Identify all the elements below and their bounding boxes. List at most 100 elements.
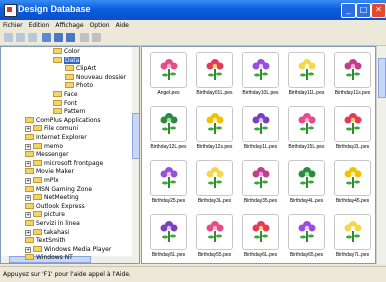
tree-node-label: mPlx — [44, 177, 59, 184]
folder-icon — [33, 142, 42, 149]
thumbnail-item[interactable]: Birthday4L.pes — [283, 158, 330, 206]
flower-icon — [206, 59, 224, 80]
menu-edition[interactable]: Edition — [26, 20, 53, 31]
thumbnail-item[interactable]: Birthday3L.pes — [191, 158, 238, 206]
folder-icon — [33, 228, 42, 235]
minimize-icon[interactable]: _ — [341, 3, 356, 18]
folder-icon — [25, 168, 34, 175]
tree-node-label: Nouveau dossier — [76, 73, 127, 81]
status-bar: Appuyez sur 'F1' pour l'aide appel à l'A… — [0, 266, 386, 282]
design-thumbnail — [242, 214, 279, 250]
folder-icon — [53, 108, 62, 115]
save-icon[interactable] — [80, 33, 89, 42]
thumbnail-item[interactable]: Angel.pes — [145, 50, 192, 98]
tree-node[interactable]: Windows NT — [25, 253, 73, 262]
folder-icon — [25, 116, 34, 123]
thumbnail-label: Birthday25.pes — [151, 198, 186, 204]
scroll-thumb[interactable] — [132, 113, 139, 159]
grid-vertical-scrollbar[interactable] — [376, 46, 386, 264]
thumbnail-label: Angel.pes — [157, 90, 180, 96]
thumbnail-item[interactable]: Birthday2L.pes — [329, 104, 375, 152]
thumbnail-item[interactable]: Birthday6L.pes — [237, 212, 284, 260]
design-thumbnail — [288, 52, 325, 88]
print-icon[interactable] — [92, 33, 101, 42]
thumbnail-label: Birthday5L.pes — [151, 252, 186, 258]
menu-affichage[interactable]: Affichage — [52, 20, 86, 31]
thumbnail-item[interactable]: Birthday1L.pes — [237, 104, 284, 152]
thumbnail-item[interactable]: Birthday7L.pes — [329, 212, 375, 260]
view-small-icon[interactable] — [54, 33, 63, 42]
thumbnail-label: Birthday10L.pes — [242, 90, 279, 96]
flower-icon — [344, 221, 362, 242]
view-large-icon[interactable] — [42, 33, 51, 42]
folder-icon — [33, 245, 42, 252]
design-thumbnail — [288, 160, 325, 196]
thumbnail-item[interactable]: Birthday45.pes — [329, 158, 375, 206]
flower-icon — [252, 113, 270, 134]
paste-icon[interactable] — [28, 33, 37, 42]
expand-icon[interactable]: + — [25, 195, 31, 202]
design-thumbnail — [150, 106, 187, 142]
flower-icon — [344, 59, 362, 80]
design-thumbnail — [334, 160, 371, 196]
tree-node-label: Windows NT — [36, 254, 73, 262]
thumbnail-item[interactable]: Birthday65.pes — [283, 212, 330, 260]
menu-option[interactable]: Option — [87, 20, 113, 31]
tree-node-label: Windows Media Player — [44, 245, 112, 253]
thumbnail-item[interactable]: Birthday11L.pes — [283, 50, 330, 98]
maximize-icon[interactable]: □ — [356, 3, 371, 18]
design-thumbnail — [196, 160, 233, 196]
folder-icon — [25, 202, 34, 209]
expand-icon[interactable]: + — [25, 229, 31, 236]
expand-icon[interactable]: + — [25, 212, 31, 219]
status-text: Appuyez sur 'F1' pour l'aide appel à l'A… — [3, 271, 131, 278]
folder-icon — [25, 134, 34, 140]
thumbnail-item[interactable]: Birthday01L.pes — [191, 50, 238, 98]
tree-node-label: ComPlus Applications — [36, 116, 101, 124]
tree-node-label: Servizi in linea — [36, 220, 80, 227]
thumbnail-label: Birthday4L.pes — [289, 198, 324, 204]
scroll-thumb[interactable] — [378, 58, 386, 98]
expand-icon[interactable]: + — [25, 143, 31, 150]
design-thumbnail — [242, 106, 279, 142]
thumbnail-item[interactable]: Birthday12s.pes — [191, 104, 238, 152]
expand-icon[interactable]: + — [25, 178, 31, 184]
copy-icon[interactable] — [16, 33, 25, 42]
view-list-icon[interactable] — [66, 33, 75, 42]
thumbnail-item[interactable]: Birthday10L.pes — [237, 50, 284, 98]
thumbnail-label: Birthday65.pes — [289, 252, 324, 258]
thumbnail-item[interactable]: Birthday12L.pes — [145, 104, 192, 152]
tree-node-label: Face — [64, 91, 78, 98]
title-bar: Design Database _ □ ✕ — [0, 0, 386, 20]
design-thumbnail — [150, 52, 187, 88]
expand-icon[interactable]: + — [25, 246, 31, 253]
thumbnail-label: Birthday2L.pes — [335, 144, 370, 150]
thumbnail-label: Birthday55.pes — [197, 252, 232, 258]
expand-icon[interactable]: + — [25, 126, 31, 133]
menu-aide[interactable]: Aide — [113, 20, 132, 31]
thumbnail-label: Birthday12L.pes — [150, 144, 187, 150]
thumbnail-item[interactable]: Birthday11s.pes — [329, 50, 375, 98]
cut-icon[interactable] — [4, 33, 13, 42]
tree-vertical-scrollbar[interactable] — [132, 47, 139, 263]
thumbnail-item[interactable]: Birthday15L.pes — [283, 104, 330, 152]
folder-tree[interactable]: Color Data ClipArt Nouveau dossier Photo Face… — [0, 46, 140, 264]
expand-icon[interactable]: + — [25, 160, 31, 167]
folder-icon — [65, 73, 74, 80]
folder-icon — [53, 99, 62, 106]
design-thumbnail — [334, 52, 371, 88]
thumbnail-item[interactable]: Birthday5L.pes — [145, 212, 192, 260]
close-icon[interactable]: ✕ — [371, 3, 386, 18]
design-thumbnail — [196, 214, 233, 250]
thumbnail-label: Birthday11L.pes — [288, 90, 325, 96]
thumbnail-item[interactable]: Birthday55.pes — [191, 212, 238, 260]
flower-icon — [252, 167, 270, 188]
thumbnail-item[interactable]: Birthday35.pes — [237, 158, 284, 206]
toolbar — [0, 31, 386, 46]
folder-icon — [33, 177, 42, 183]
design-thumbnail — [242, 52, 279, 88]
menu-fichier[interactable]: Fichier — [0, 20, 26, 31]
app-icon — [4, 4, 17, 17]
tree-node-label: ClipArt — [76, 65, 97, 73]
thumbnail-item[interactable]: Birthday25.pes — [145, 158, 192, 206]
